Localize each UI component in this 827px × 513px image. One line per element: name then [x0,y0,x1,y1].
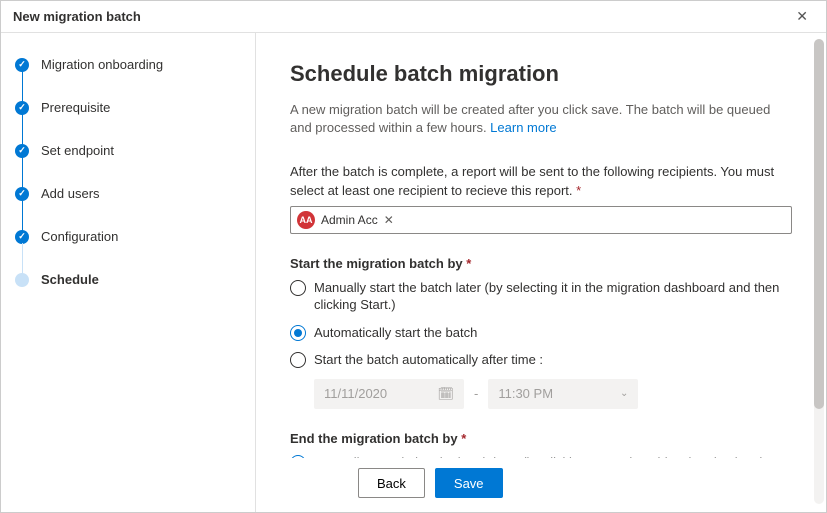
step-add-users[interactable]: ✓ Add users [15,186,241,229]
step-connector [22,71,23,102]
step-dot-icon [15,273,29,287]
dialog-header: New migration batch ✕ [1,1,826,33]
calendar-icon: 🗓 [437,386,454,402]
step-dot-icon: ✓ [15,187,29,201]
step-prerequisite[interactable]: ✓ Prerequisite [15,100,241,143]
step-connector [22,114,23,145]
check-icon: ✓ [18,59,26,70]
main-panel: Schedule batch migration A new migration… [256,33,826,512]
date-value: 11/11/2020 [324,386,387,401]
step-connector [22,200,23,231]
close-icon: ✕ [796,8,808,24]
step-connector [22,243,23,274]
page-description: A new migration batch will be created af… [290,101,792,137]
radio-icon [290,325,306,341]
remove-chip-icon[interactable]: ✕ [384,213,394,227]
start-group-title: Start the migration batch by * [290,256,792,271]
recipient-chip[interactable]: AA Admin Acc ✕ [295,210,400,230]
wizard-steps-sidebar: ✓ Migration onboarding ✓ Prerequisite ✓ … [1,33,256,512]
step-schedule[interactable]: Schedule [15,272,241,287]
recipients-label: After the batch is complete, a report wi… [290,163,792,199]
end-group-title: End the migration batch by * [290,431,792,446]
close-button[interactable]: ✕ [790,6,814,27]
avatar: AA [297,211,315,229]
recipients-label-text: After the batch is complete, a report wi… [290,164,774,197]
step-dot-icon: ✓ [15,230,29,244]
page-title: Schedule batch migration [290,61,792,87]
start-auto-option[interactable]: Automatically start the batch [290,324,792,342]
recipient-name: Admin Acc [321,213,378,227]
learn-more-link[interactable]: Learn more [490,120,556,135]
datetime-separator: - [474,386,478,401]
step-dot-icon: ✓ [15,144,29,158]
step-set-endpoint[interactable]: ✓ Set endpoint [15,143,241,186]
time-value: 11:30 PM [498,386,553,401]
step-label: Prerequisite [41,100,110,115]
back-button[interactable]: Back [358,468,425,498]
step-label: Add users [41,186,100,201]
recipients-input[interactable]: AA Admin Acc ✕ [290,206,792,234]
step-dot-icon: ✓ [15,101,29,115]
scrollbar-thumb[interactable] [814,39,824,409]
start-after-time-option[interactable]: Start the batch automatically after time… [290,351,792,369]
required-marker: * [466,256,471,271]
start-time-picker[interactable]: 11:30 PM ⌄ [488,379,638,409]
dialog-title: New migration batch [13,9,141,24]
check-icon: ✓ [18,102,26,113]
dialog-footer: Back Save [256,458,826,512]
step-configuration[interactable]: ✓ Configuration [15,229,241,272]
radio-icon [290,280,306,296]
step-label: Schedule [41,272,99,287]
step-label: Set endpoint [41,143,114,158]
step-label: Configuration [41,229,118,244]
required-marker: * [461,431,466,446]
radio-icon [290,352,306,368]
radio-label: Manually start the batch later (by selec… [314,279,792,314]
step-label: Migration onboarding [41,57,163,72]
dialog-body: ✓ Migration onboarding ✓ Prerequisite ✓ … [1,33,826,512]
step-connector [22,157,23,188]
start-date-picker[interactable]: 11/11/2020 🗓 [314,379,464,409]
check-icon: ✓ [18,231,26,242]
check-icon: ✓ [18,188,26,199]
step-dot-icon: ✓ [15,58,29,72]
save-button[interactable]: Save [435,468,503,498]
radio-label: Start the batch automatically after time… [314,351,543,369]
radio-label: Automatically start the batch [314,324,477,342]
step-migration-onboarding[interactable]: ✓ Migration onboarding [15,57,241,100]
required-marker: * [576,183,581,198]
start-datetime-row: 11/11/2020 🗓 - 11:30 PM ⌄ [314,379,792,409]
end-title-text: End the migration batch by [290,431,458,446]
chevron-down-icon: ⌄ [620,388,628,399]
start-manual-option[interactable]: Manually start the batch later (by selec… [290,279,792,314]
check-icon: ✓ [18,145,26,156]
start-title-text: Start the migration batch by [290,256,463,271]
